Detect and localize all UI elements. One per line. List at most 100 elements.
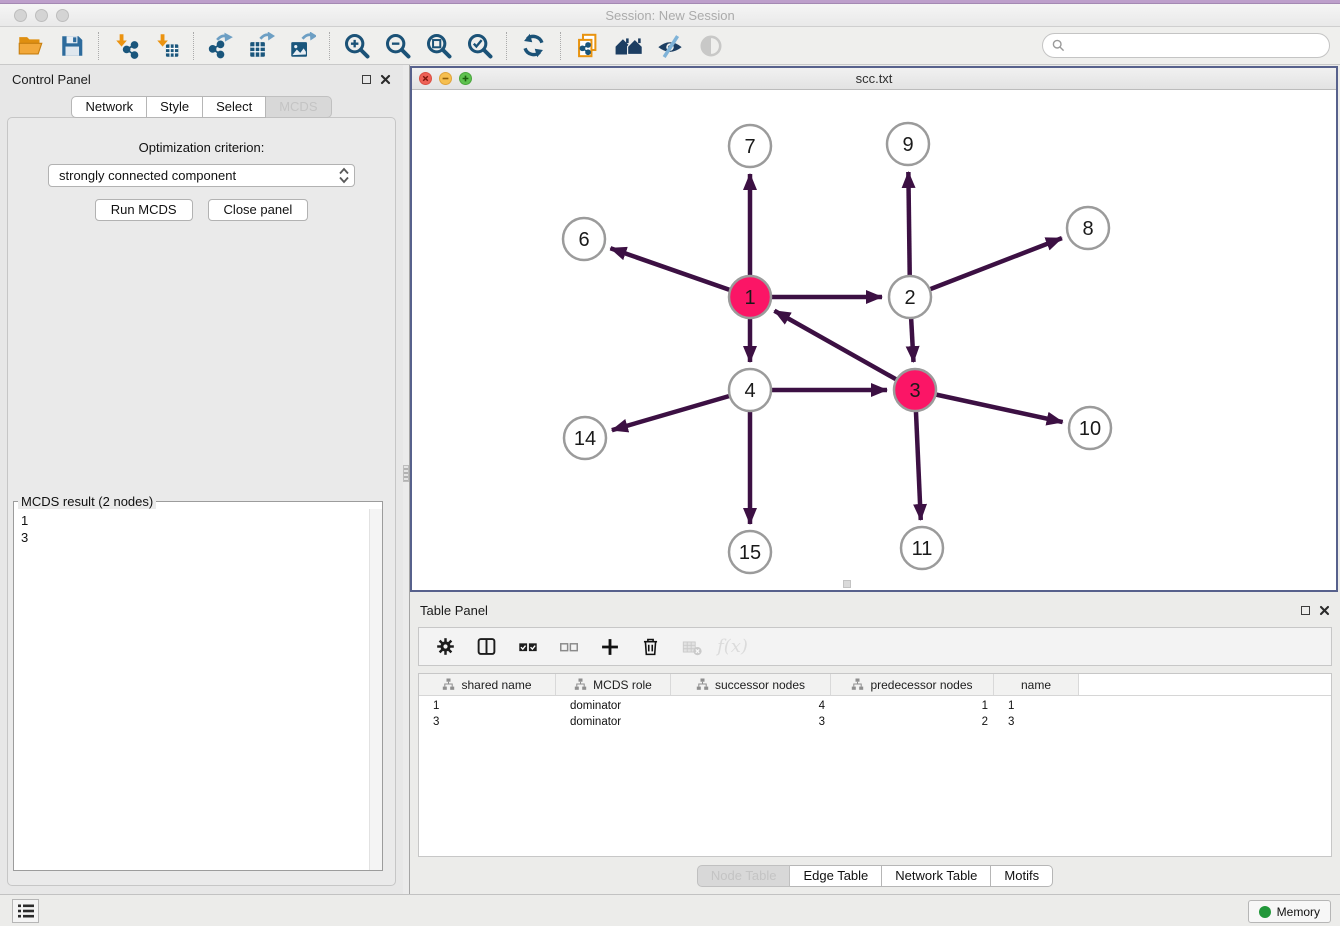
column-header-shared-name[interactable]: shared name: [419, 674, 556, 695]
hierarchy-icon: [574, 678, 587, 691]
column-header-label: MCDS role: [593, 678, 652, 692]
graph-node-9[interactable]: 9: [887, 123, 929, 165]
table-cell: dominator: [556, 716, 671, 728]
tab-motifs[interactable]: Motifs: [991, 865, 1053, 887]
zoom-window-button[interactable]: [56, 9, 69, 22]
search-box[interactable]: [1042, 33, 1330, 58]
network-graph[interactable]: 7 9 6 8 1 2 4 3 14 10 15 11: [412, 90, 1336, 590]
graph-node-11[interactable]: 11: [901, 527, 943, 569]
network-title: scc.txt: [412, 68, 1336, 89]
graph-node-14[interactable]: 14: [564, 417, 606, 459]
graph-node-7[interactable]: 7: [729, 125, 771, 167]
network-close-icon[interactable]: [419, 72, 432, 85]
column-header-mcds-role[interactable]: MCDS role: [556, 674, 671, 695]
graph-edge-2-8[interactable]: [910, 238, 1062, 297]
table-row[interactable]: 3dominator323: [419, 714, 1331, 730]
tab-edge-table[interactable]: Edge Table: [790, 865, 882, 887]
search-input[interactable]: [1070, 39, 1320, 53]
select-all-rows-icon[interactable]: [509, 631, 546, 663]
float-panel-icon[interactable]: [362, 75, 371, 84]
graph-node-1[interactable]: 1: [729, 276, 771, 318]
export-image-icon[interactable]: [282, 30, 323, 62]
graph-node-4[interactable]: 4: [729, 369, 771, 411]
close-panel-button[interactable]: Close panel: [208, 199, 309, 221]
panel-divider[interactable]: [403, 65, 410, 894]
mcds-result-item[interactable]: 3: [21, 529, 362, 546]
save-session-icon[interactable]: [51, 30, 92, 62]
graph-node-label: 2: [904, 287, 915, 309]
table-row[interactable]: 1dominator411: [419, 698, 1331, 714]
app-title: Session: New Session: [0, 4, 1340, 27]
tab-mcds[interactable]: MCDS: [266, 96, 331, 118]
minimize-window-button[interactable]: [35, 9, 48, 22]
node-table: shared name MCDS role successor nodesprede…: [418, 673, 1332, 857]
table-options-gear-icon[interactable]: [427, 631, 464, 663]
dropdown-stepper-icon: [338, 167, 350, 184]
tab-style[interactable]: Style: [147, 96, 203, 118]
tab-network[interactable]: Network: [71, 96, 147, 118]
mcds-result-list[interactable]: 13: [14, 509, 369, 870]
tab-network-table[interactable]: Network Table: [882, 865, 991, 887]
divider-grip[interactable]: [403, 465, 409, 482]
zoom-out-icon[interactable]: [377, 30, 418, 62]
table-cell: 3: [671, 716, 831, 728]
graph-node-label: 1: [744, 287, 755, 309]
network-window-titlebar[interactable]: scc.txt: [412, 68, 1336, 90]
first-neighbors-icon[interactable]: [608, 30, 649, 62]
list-icon: [17, 903, 35, 919]
memory-status-icon: [1259, 906, 1271, 918]
column-header-predecessor-nodes[interactable]: predecessor nodes: [831, 674, 994, 695]
deselect-all-rows-icon[interactable]: [550, 631, 587, 663]
graph-node-8[interactable]: 8: [1067, 207, 1109, 249]
graph-edge-3-1[interactable]: [774, 311, 915, 390]
float-table-panel-icon[interactable]: [1301, 606, 1310, 615]
column-header-name[interactable]: name: [994, 674, 1079, 695]
control-panel-header: Control Panel: [0, 65, 403, 93]
add-row-icon[interactable]: [591, 631, 628, 663]
column-header-successor-nodes[interactable]: successor nodes: [671, 674, 831, 695]
show-columns-icon[interactable]: [468, 631, 505, 663]
run-mcds-button[interactable]: Run MCDS: [95, 199, 193, 221]
tab-node-table[interactable]: Node Table: [697, 865, 791, 887]
graph-node-10[interactable]: 10: [1069, 407, 1111, 449]
table-cell: 1: [419, 700, 556, 712]
graph-node-15[interactable]: 15: [729, 531, 771, 573]
close-panel-icon[interactable]: [380, 74, 391, 85]
graph-node-2[interactable]: 2: [889, 276, 931, 318]
graph-node-3[interactable]: 3: [894, 369, 936, 411]
mcds-result-item[interactable]: 1: [21, 512, 362, 529]
toolbar-separator: [506, 32, 507, 60]
search-icon: [1052, 39, 1065, 52]
apply-layout-icon[interactable]: [513, 30, 554, 62]
criterion-dropdown[interactable]: strongly connected component: [48, 164, 355, 187]
result-scrollbar[interactable]: [369, 509, 382, 870]
new-network-from-selection-icon[interactable]: [567, 30, 608, 62]
import-table-icon[interactable]: [146, 30, 187, 62]
app-traffic-lights[interactable]: [14, 9, 69, 22]
memory-button[interactable]: Memory: [1248, 900, 1331, 923]
export-table-icon[interactable]: [241, 30, 282, 62]
close-table-panel-icon[interactable]: [1319, 605, 1330, 616]
network-minimize-icon[interactable]: [439, 72, 452, 85]
graph-node-6[interactable]: 6: [563, 218, 605, 260]
tab-select[interactable]: Select: [203, 96, 266, 118]
delete-row-icon[interactable]: [632, 631, 669, 663]
network-maximize-icon[interactable]: [459, 72, 472, 85]
zoom-selected-icon[interactable]: [459, 30, 500, 62]
canvas-scroll-grip[interactable]: [843, 580, 851, 588]
export-network-icon[interactable]: [200, 30, 241, 62]
import-network-icon[interactable]: [105, 30, 146, 62]
open-session-icon[interactable]: [10, 30, 51, 62]
zoom-in-icon[interactable]: [336, 30, 377, 62]
graph-node-label: 4: [744, 380, 755, 402]
toolbar-separator: [329, 32, 330, 60]
network-canvas[interactable]: 7 9 6 8 1 2 4 3 14 10 15 11: [412, 90, 1336, 590]
toolbar-separator: [560, 32, 561, 60]
zoom-fit-icon[interactable]: [418, 30, 459, 62]
task-history-button[interactable]: [12, 899, 39, 923]
graph-edge-3-10[interactable]: [915, 390, 1063, 422]
table-cell: 3: [419, 716, 556, 728]
close-window-button[interactable]: [14, 9, 27, 22]
toolbar-separator: [193, 32, 194, 60]
hide-selected-icon[interactable]: [649, 30, 690, 62]
